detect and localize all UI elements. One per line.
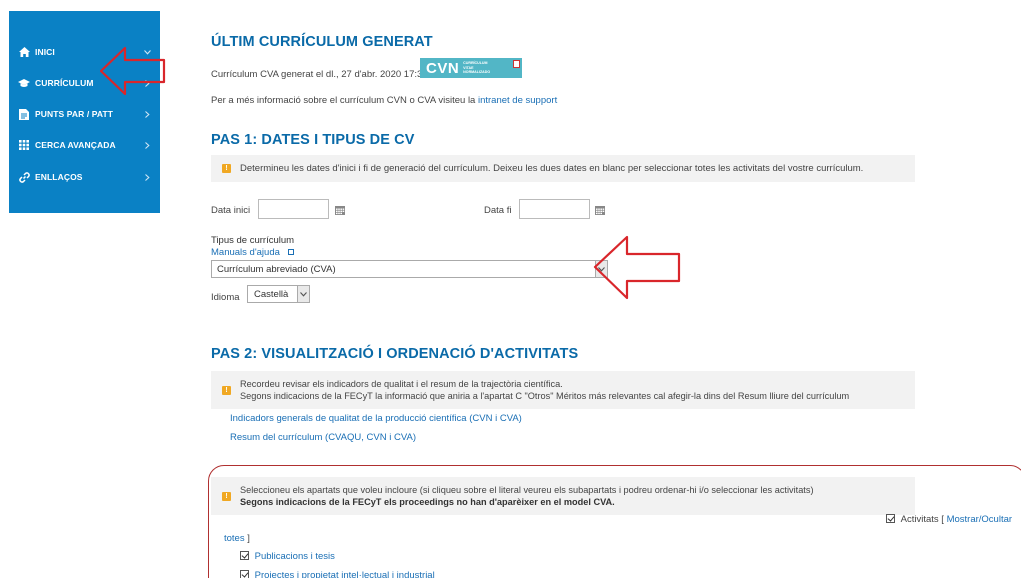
calendar-icon[interactable] — [595, 206, 605, 215]
sections-notice-line-bold: Segons indicacions de la FECyT els proce… — [240, 497, 615, 507]
page-title: ÚLTIM CURRÍCULUM GENERAT — [211, 34, 433, 50]
step1-title: PAS 1: DATES I TIPUS DE CV — [211, 132, 415, 148]
section-item: Projectes i propietat intel·lectual i in… — [240, 570, 435, 578]
step2-title: PAS 2: VISUALITZACIÓ I ORDENACIÓ D'ACTIV… — [211, 346, 579, 362]
generated-info: Currículum CVA generat el dl., 27 d'abr.… — [211, 69, 431, 80]
language-value: Castellà — [254, 288, 289, 300]
section-link-projects[interactable]: Projectes i propietat intel·lectual i in… — [255, 570, 435, 578]
end-date-input[interactable] — [519, 199, 590, 219]
sections-notice-line: Seleccioneu els apartats que voleu inclo… — [240, 485, 814, 495]
step1-notice: ! Determineu les dates d'inici i fi de g… — [211, 155, 915, 182]
cv-type-value: Currículum abreviado (CVA) — [217, 263, 336, 275]
activitats-label: Activitats — [900, 514, 939, 525]
warning-icon: ! — [222, 491, 231, 501]
show-hide-all-link[interactable]: totes — [224, 533, 245, 544]
pdf-icon — [513, 60, 520, 68]
section-item: Publicacions i tesis — [240, 551, 335, 562]
step1-notice-text: Determineu les dates d'inici i fi de gen… — [240, 163, 864, 174]
show-hide-link[interactable]: Mostrar/Ocultar — [947, 514, 1012, 525]
warning-icon: ! — [222, 164, 231, 173]
main-content: ÚLTIM CURRÍCULUM GENERAT Currículum CVA … — [0, 0, 1021, 578]
step2-notice-line: Recordeu revisar els indicadors de quali… — [240, 379, 563, 389]
toggle-rest: totes ] — [224, 533, 250, 544]
language-label: Idioma — [211, 292, 240, 303]
activitats-toggle-row: Activitats [ Mostrar/Ocultar — [886, 514, 1012, 525]
external-link-icon — [287, 249, 294, 255]
sections-notice-body: Seleccioneu els apartats que voleu inclo… — [240, 484, 814, 508]
cvn-logo[interactable]: CVN CURRÍCULUM VITAE NORMALIZADO — [420, 58, 522, 78]
section-checkbox[interactable] — [240, 570, 249, 578]
step2-notice-body: Recordeu revisar els indicadors de quali… — [240, 378, 849, 402]
toggle-bracket-open: [ — [941, 514, 944, 525]
end-date-label: Data fi — [484, 205, 512, 216]
calendar-icon[interactable] — [335, 206, 345, 215]
cv-type-label: Tipus de currículum — [211, 235, 295, 246]
cvn-logo-text: CVN — [426, 59, 460, 77]
start-date-label: Data inici — [211, 205, 251, 216]
chevron-down-icon — [297, 286, 309, 302]
activitats-checkbox[interactable] — [886, 514, 895, 523]
help-link-wrap: Manuals d'ajuda — [211, 247, 294, 258]
start-date-input[interactable] — [258, 199, 329, 219]
step2-notice: ! Recordeu revisar els indicadors de qua… — [211, 371, 915, 409]
warning-icon: ! — [222, 385, 231, 395]
cv-type-select[interactable]: Currículum abreviado (CVA) — [211, 260, 608, 278]
cvn-logo-subtext: CURRÍCULUM VITAE NORMALIZADO — [463, 61, 491, 75]
red-arrow-annotation — [100, 46, 166, 96]
language-select[interactable]: Castellà — [247, 285, 310, 303]
toggle-bracket-close: ] — [247, 533, 250, 544]
section-link-publications[interactable]: Publicacions i tesis — [255, 551, 335, 562]
red-arrow-annotation — [593, 235, 681, 300]
step2-notice-line: Segons indicacions de la FECyT la inform… — [240, 391, 850, 401]
sections-notice: ! Seleccioneu els apartats que voleu inc… — [211, 477, 915, 515]
cv-summary-link[interactable]: Resum del currículum (CVAQU, CVN i CVA) — [230, 432, 416, 443]
help-manuals-link[interactable]: Manuals d'ajuda — [211, 247, 280, 258]
support-intranet-link[interactable]: intranet de support — [478, 95, 557, 106]
info-line: Per a més informació sobre el currículum… — [211, 95, 557, 106]
quality-indicators-link[interactable]: Indicadors generals de qualitat de la pr… — [230, 413, 522, 424]
info-prefix: Per a més informació sobre el currículum… — [211, 95, 476, 106]
section-checkbox[interactable] — [240, 551, 249, 560]
